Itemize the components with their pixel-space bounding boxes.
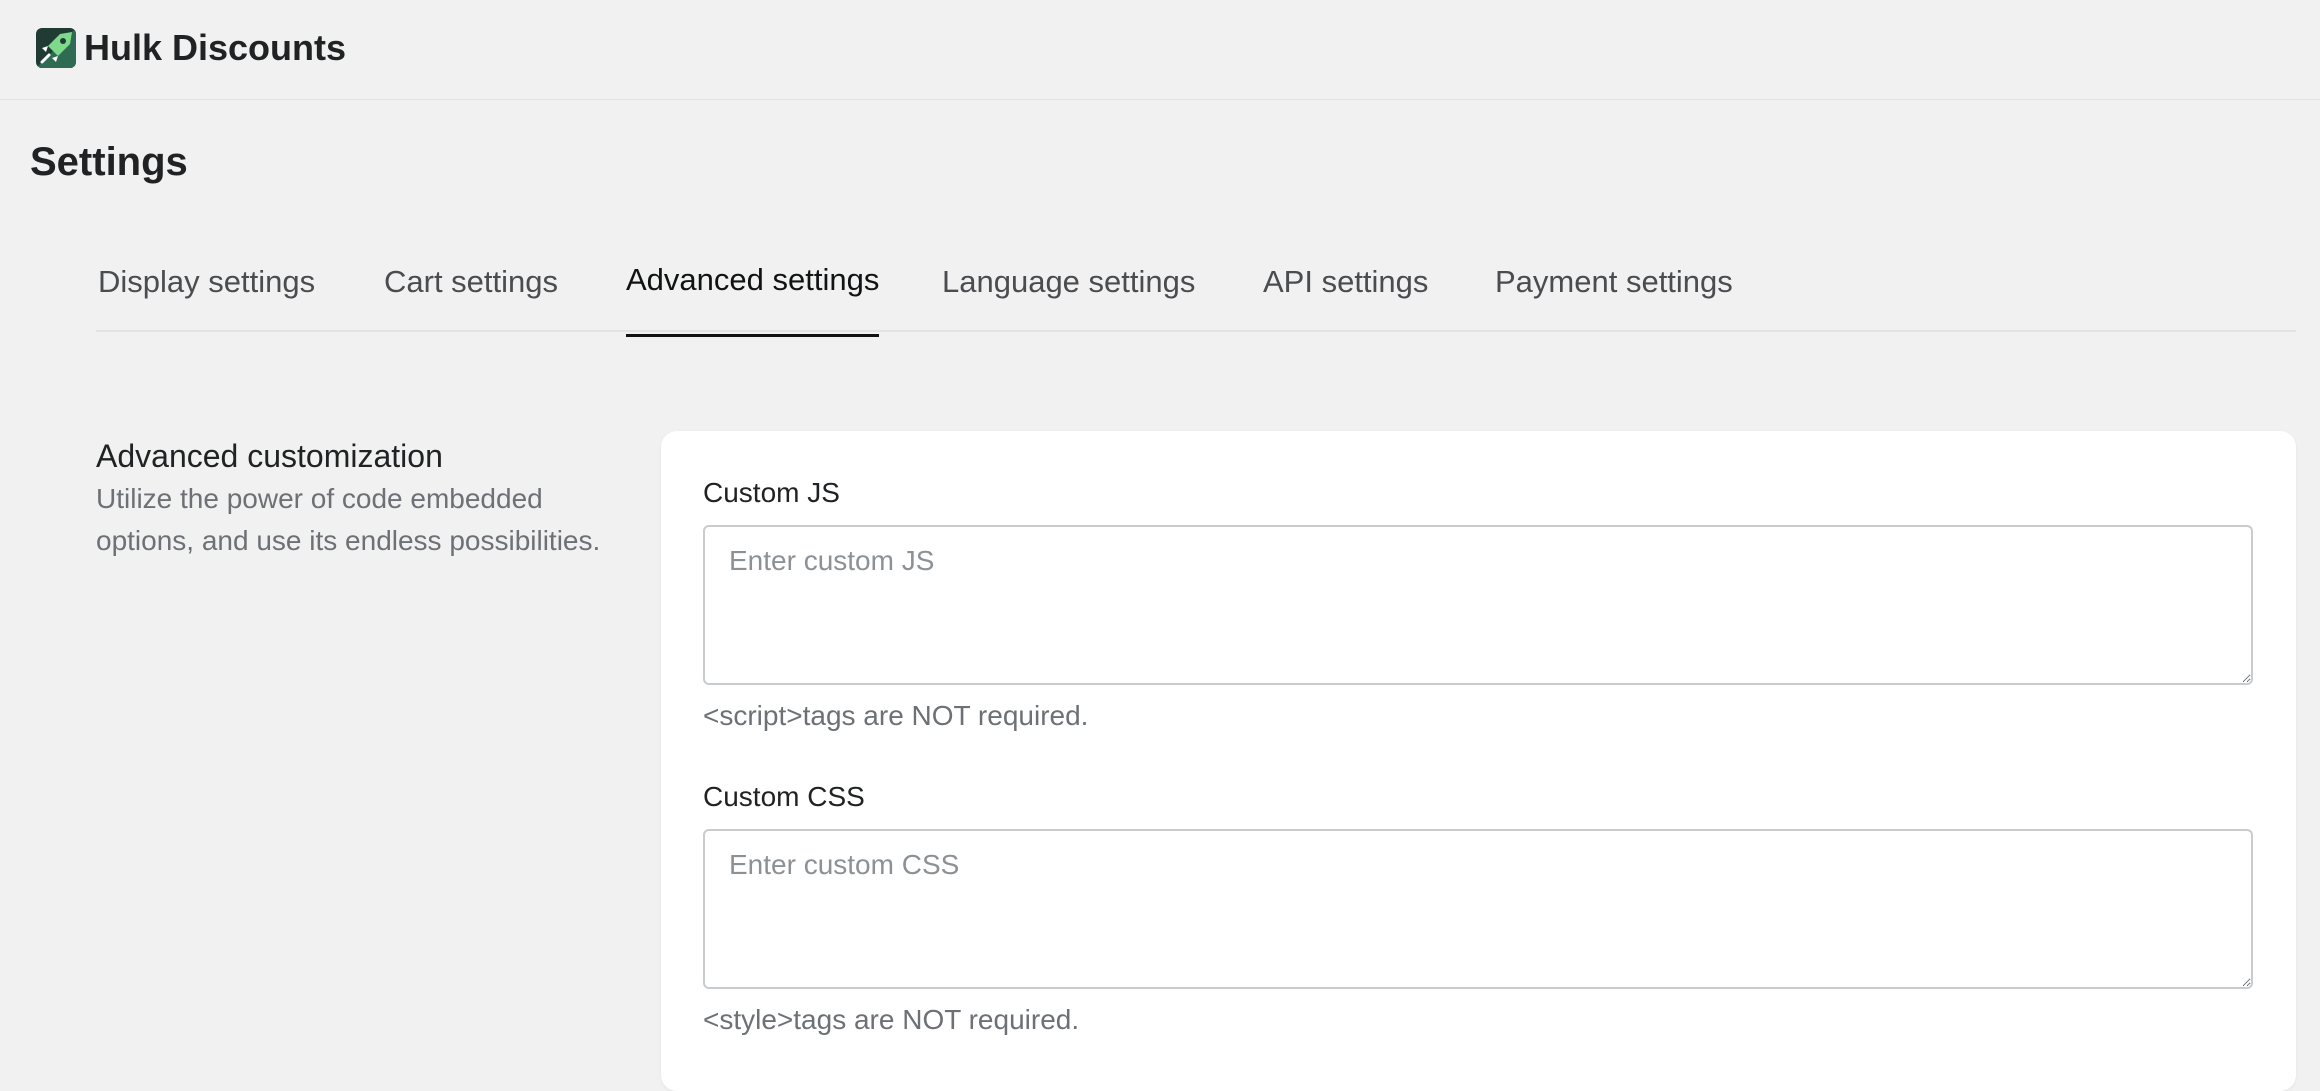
custom-css-label: Custom CSS bbox=[703, 781, 865, 812]
custom-js-help-text: <script>tags are NOT required. bbox=[703, 700, 1089, 731]
tab-api-settings[interactable]: API settings bbox=[1263, 258, 1428, 306]
custom-css-help-text: <style>tags are NOT required. bbox=[703, 1004, 1080, 1035]
active-tab-indicator bbox=[626, 334, 880, 337]
tab-cart-settings[interactable]: Cart settings bbox=[384, 258, 558, 306]
tab-payment-settings[interactable]: Payment settings bbox=[1495, 258, 1733, 306]
section-heading: Advanced customization bbox=[96, 438, 443, 474]
app-header: Hulk Discounts bbox=[0, 0, 2320, 100]
page-title: Settings bbox=[30, 140, 188, 184]
tab-display-settings[interactable]: Display settings bbox=[98, 258, 315, 306]
section-description: Utilize the power of code embedded optio… bbox=[96, 483, 601, 556]
hulk-discounts-logo-icon bbox=[36, 28, 76, 68]
custom-js-input[interactable] bbox=[703, 525, 2253, 685]
tab-language-settings[interactable]: Language settings bbox=[942, 258, 1195, 306]
tab-advanced-settings[interactable]: Advanced settings bbox=[626, 256, 880, 337]
custom-css-input[interactable] bbox=[703, 829, 2253, 989]
settings-tabs: Display settings Cart settings Advanced … bbox=[96, 240, 2296, 337]
tab-advanced-settings-label: Advanced settings bbox=[626, 262, 880, 297]
advanced-customization-card: Custom JS <script>tags are NOT required.… bbox=[661, 431, 2296, 1091]
custom-js-label: Custom JS bbox=[703, 477, 840, 508]
app-title: Hulk Discounts bbox=[84, 27, 347, 68]
